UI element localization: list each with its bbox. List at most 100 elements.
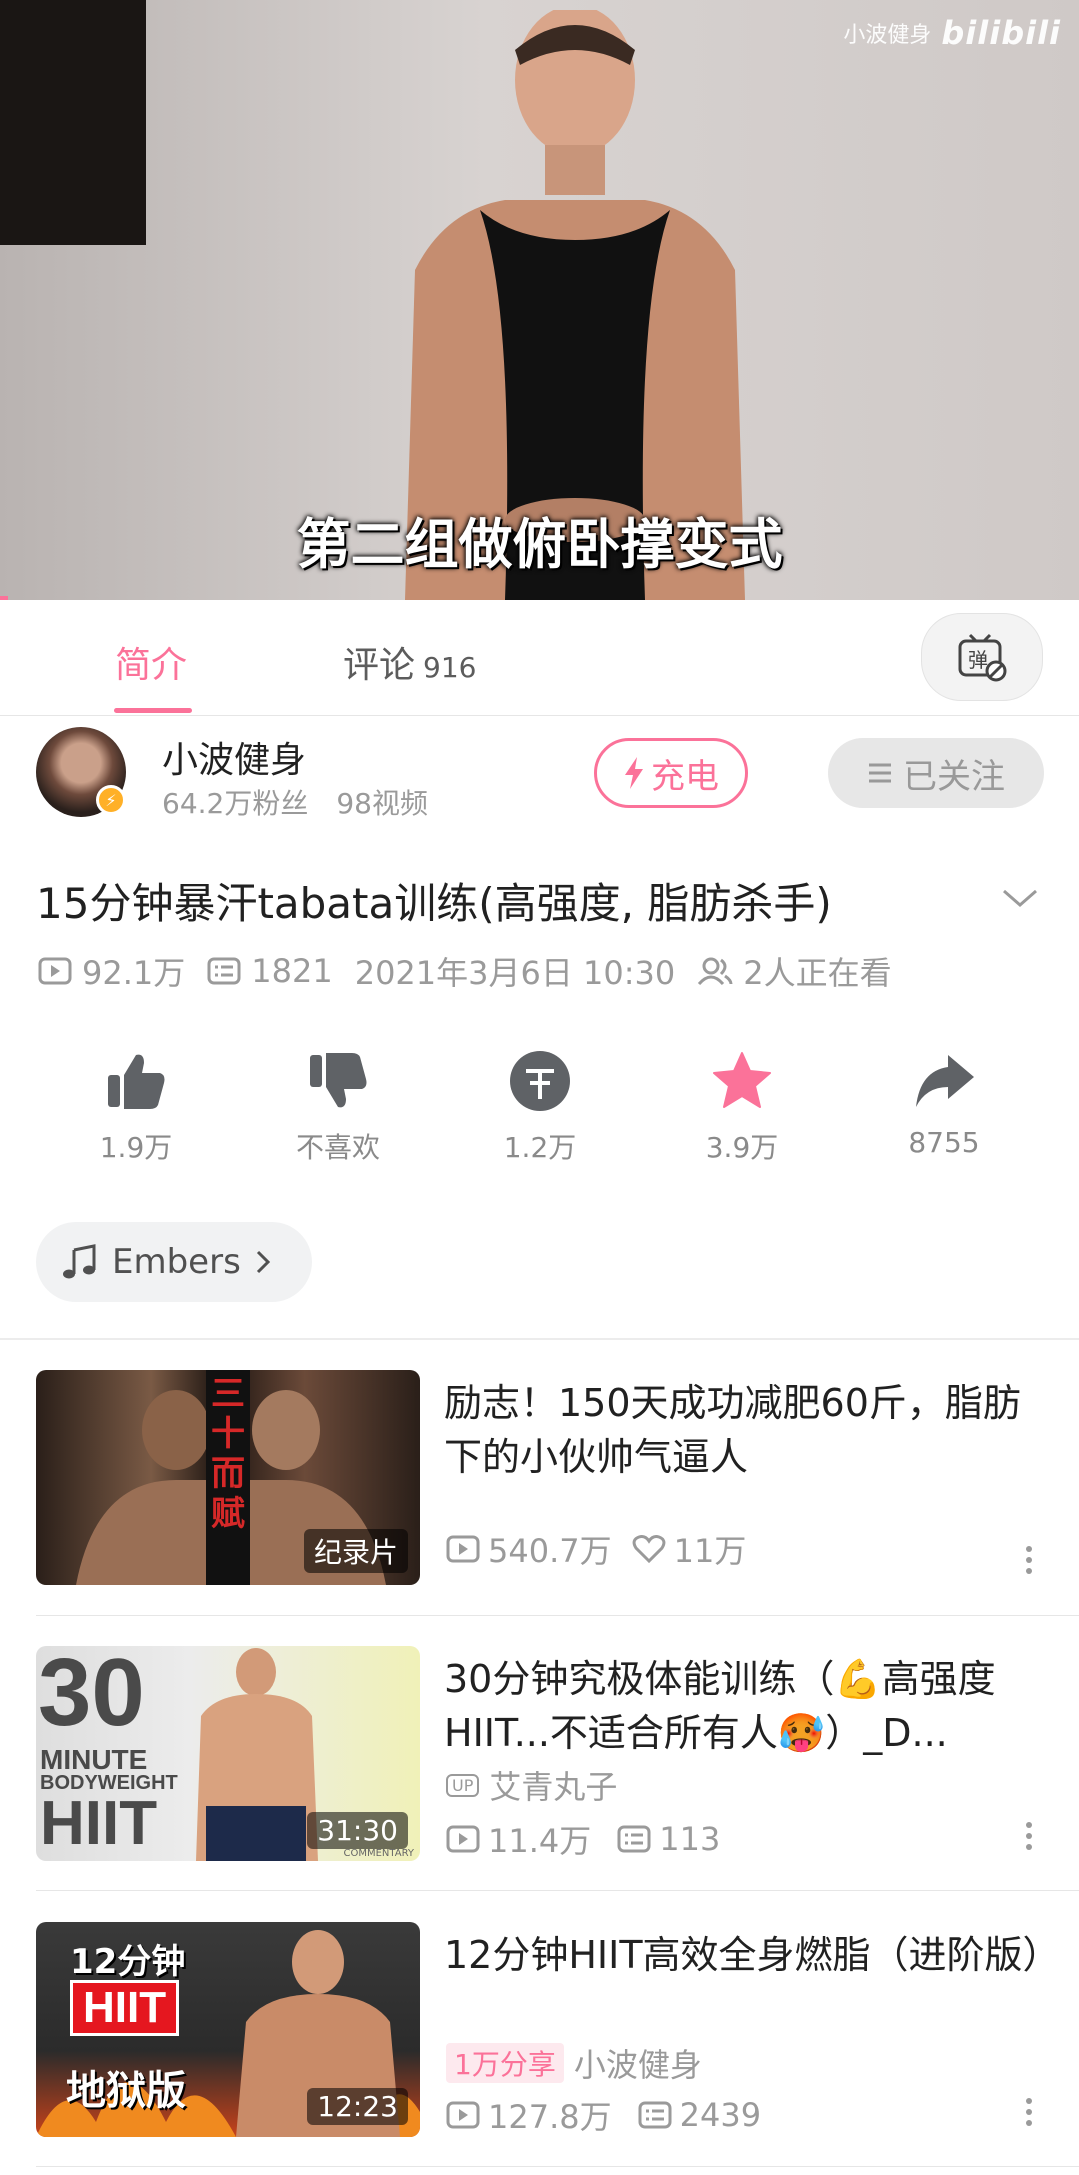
watermark: 小波健身 bilibili	[843, 14, 1061, 52]
play-count-icon	[446, 2101, 480, 2129]
comments-count: 916	[423, 651, 477, 684]
thumbs-down-icon	[310, 1053, 367, 1108]
like-button[interactable]: 1.9万	[56, 1046, 216, 1166]
uploader-name[interactable]: 艾青丸子	[489, 1762, 617, 1808]
thumbnail-text-line1: 12分钟	[70, 1942, 186, 1982]
lightning-icon	[625, 757, 643, 789]
more-options-button[interactable]	[1014, 2092, 1044, 2132]
more-options-button[interactable]	[1014, 1540, 1044, 1580]
dislike-button[interactable]: 不喜欢	[258, 1046, 418, 1166]
list-item[interactable]: 30 MINUTE BODYWEIGHT HIIT COMMENTARY 31:…	[36, 1646, 1046, 1866]
tab-active-indicator	[114, 708, 192, 713]
uploader-fans: 64.2万粉丝	[162, 787, 309, 820]
thumbnail-small-text: COMMENTARY	[343, 1848, 415, 1859]
video-thumbnail[interactable]: 30 MINUTE BODYWEIGHT HIIT COMMENTARY 31:…	[36, 1646, 420, 1861]
tab-comments-label: 评论	[343, 645, 416, 686]
video-player[interactable]: 小波健身 bilibili 第二组做俯卧撑变式	[0, 0, 1079, 600]
thumbnail-text-line3: 地狱版	[66, 2068, 186, 2114]
video-duration: 12:23	[307, 2088, 408, 2125]
video-meta: 92.1万 1821 2021年3月6日 10:30 2人正在看	[38, 948, 892, 994]
coin-button[interactable]: 1.2万	[460, 1046, 620, 1166]
up-badge-icon: UP	[446, 1773, 480, 1797]
uploader-name[interactable]: 小波健身	[162, 731, 306, 783]
favorite-count: 3.9万	[705, 1131, 779, 1164]
list-divider	[36, 1890, 1079, 1891]
view-count: 11.4万	[488, 1822, 592, 1860]
like-count: 1.9万	[99, 1131, 173, 1164]
danmaku-toggle-button[interactable]: 弹	[921, 613, 1043, 701]
share-arrow-icon	[916, 1055, 974, 1107]
list-divider	[36, 2166, 1079, 2167]
view-count: 92.1万	[82, 954, 186, 992]
action-bar: 1.9万 不喜欢 1.2万 3.9万 8755	[0, 1046, 1079, 1176]
thumbnail-badge: 纪录片	[303, 1529, 408, 1573]
list-item[interactable]: 三十而赋 纪录片 励志！150天成功减肥60斤，脂肪下的小伙帅气逼人 540.7…	[36, 1370, 1046, 1590]
menu-lines-icon	[869, 763, 891, 783]
section-divider	[0, 1338, 1079, 1340]
more-options-button[interactable]	[1014, 1816, 1044, 1856]
thumbnail-text-line2: HIIT	[70, 1980, 180, 2036]
video-thumbnail[interactable]: 三十而赋 纪录片	[36, 1370, 420, 1585]
view-count: 127.8万	[488, 2098, 612, 2136]
view-count: 540.7万	[488, 1532, 612, 1570]
coin-icon	[510, 1051, 570, 1111]
heart-icon	[632, 1535, 666, 1564]
recommendation-stats: 540.7万 11万	[446, 1526, 746, 1572]
video-duration: 31:30	[307, 1812, 408, 1849]
recommendation-title: 30分钟究极体能训练（💪高强度HIIT...不适合所有人🥵）_D...	[444, 1657, 996, 1755]
recommendation-title: 励志！150天成功减肥60斤，脂肪下的小伙帅气逼人	[444, 1381, 1021, 1479]
charge-button[interactable]: 充电	[594, 738, 748, 808]
recommendation-uploader: 1万分享 小波健身	[446, 2040, 702, 2086]
star-icon	[713, 1052, 771, 1108]
uploader-stats: 64.2万粉丝 98视频	[162, 782, 428, 822]
danmaku-count-icon	[617, 1825, 651, 1853]
danmaku-count: 2439	[679, 2096, 762, 2134]
list-item[interactable]: 12分钟 HIIT 地狱版 12:23 12分钟HIIT高效全身燃脂（进阶版） …	[36, 1922, 1046, 2142]
music-note-icon	[63, 1244, 96, 1279]
danmaku-count: 1821	[251, 952, 333, 990]
thumbs-up-icon	[108, 1054, 165, 1109]
video-subtitle: 第二组做俯卧撑变式	[296, 513, 783, 576]
play-count-icon	[38, 957, 72, 985]
play-count-icon	[446, 1535, 480, 1563]
background-painting	[0, 0, 146, 245]
share-button[interactable]: 8755	[864, 1046, 1024, 1159]
tab-intro[interactable]: 简介	[115, 636, 187, 688]
video-thumbnail[interactable]: 12分钟 HIIT 地狱版 12:23	[36, 1922, 420, 2137]
uploader-name[interactable]: 小波健身	[574, 2040, 702, 2086]
coin-count: 1.2万	[503, 1131, 577, 1164]
lightning-badge-icon: ⚡	[96, 785, 126, 815]
danmaku-count-icon	[638, 2101, 672, 2129]
share-count: 8755	[908, 1126, 980, 1159]
chevron-down-icon[interactable]	[1000, 885, 1040, 911]
chevron-right-icon	[256, 1250, 270, 1274]
recommendation-uploader: UP 艾青丸子	[446, 1762, 617, 1808]
charge-label: 充电	[651, 756, 719, 797]
danmaku-count-icon	[207, 957, 241, 985]
danmaku-count: 113	[659, 1820, 721, 1858]
uploader-videos: 98视频	[336, 787, 428, 820]
recommendation-title: 12分钟HIIT高效全身燃脂（进阶版）	[444, 1933, 1044, 1977]
like-count: 11万	[673, 1532, 747, 1570]
favorite-button[interactable]: 3.9万	[662, 1046, 822, 1166]
svg-text:弹: 弹	[968, 648, 988, 672]
watching-count: 2人正在看	[743, 954, 892, 992]
tab-comments[interactable]: 评论 916	[343, 636, 476, 688]
share-tag: 1万分享	[446, 2043, 564, 2083]
tab-bar: 简介 评论 916	[0, 600, 1079, 716]
thumbnail-title-text: 三十而赋	[211, 1374, 245, 1534]
publish-date: 2021年3月6日 10:30	[354, 954, 676, 992]
watching-users-icon	[698, 957, 733, 986]
video-title: 15分钟暴汗tabata训练(高强度, 脂肪杀手)	[36, 879, 832, 928]
dislike-label: 不喜欢	[295, 1131, 380, 1164]
music-label: Embers	[112, 1242, 241, 1282]
danmaku-toggle-icon: 弹	[958, 633, 1007, 682]
music-chip[interactable]: Embers	[36, 1222, 312, 1302]
play-count-icon	[446, 1825, 480, 1853]
follow-label: 已关注	[903, 756, 1005, 797]
recommendation-stats: 11.4万 113	[446, 1816, 720, 1862]
list-divider	[36, 1615, 1079, 1616]
recommendation-stats: 127.8万 2439	[446, 2092, 761, 2138]
follow-button[interactable]: 已关注	[828, 738, 1044, 808]
watermark-name: 小波健身	[843, 23, 932, 48]
